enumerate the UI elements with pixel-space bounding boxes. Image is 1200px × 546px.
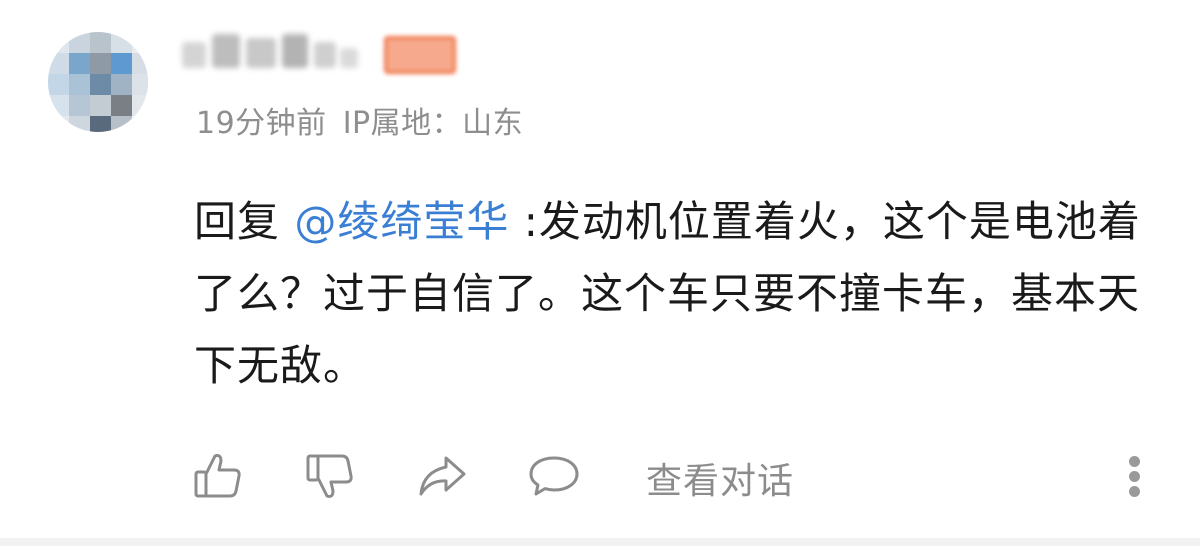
ip-location: IP属地：山东 [342, 106, 524, 141]
comment-time: 19分钟前 [196, 106, 327, 141]
more-vertical-icon[interactable] [1120, 450, 1150, 502]
user-avatar[interactable] [48, 32, 148, 132]
section-divider [0, 538, 1200, 546]
username-obscured[interactable] [178, 30, 368, 76]
comment-body: 回复 @绫绮莹华 :发动机位置着火，这个是电池着了么？过于自信了。这个车只要不撞… [194, 186, 1154, 402]
thumbs-up-icon[interactable] [190, 448, 246, 504]
share-icon[interactable] [414, 448, 470, 504]
reply-prefix: 回复 [194, 197, 295, 246]
comment-meta: 19分钟前 IP属地：山东 [196, 98, 523, 142]
comment-card: 19分钟前 IP属地：山东 回复 @绫绮莹华 :发动机位置着火，这个是电池着了么？… [0, 0, 1200, 546]
user-level-badge [384, 36, 456, 74]
thumbs-down-icon[interactable] [302, 448, 358, 504]
view-conversation-link[interactable]: 查看对话 [646, 452, 794, 504]
comment-actions: 查看对话 [190, 446, 1160, 506]
comment-bubble-icon[interactable] [526, 448, 582, 504]
mention-link[interactable]: @绫绮莹华 [294, 197, 509, 246]
